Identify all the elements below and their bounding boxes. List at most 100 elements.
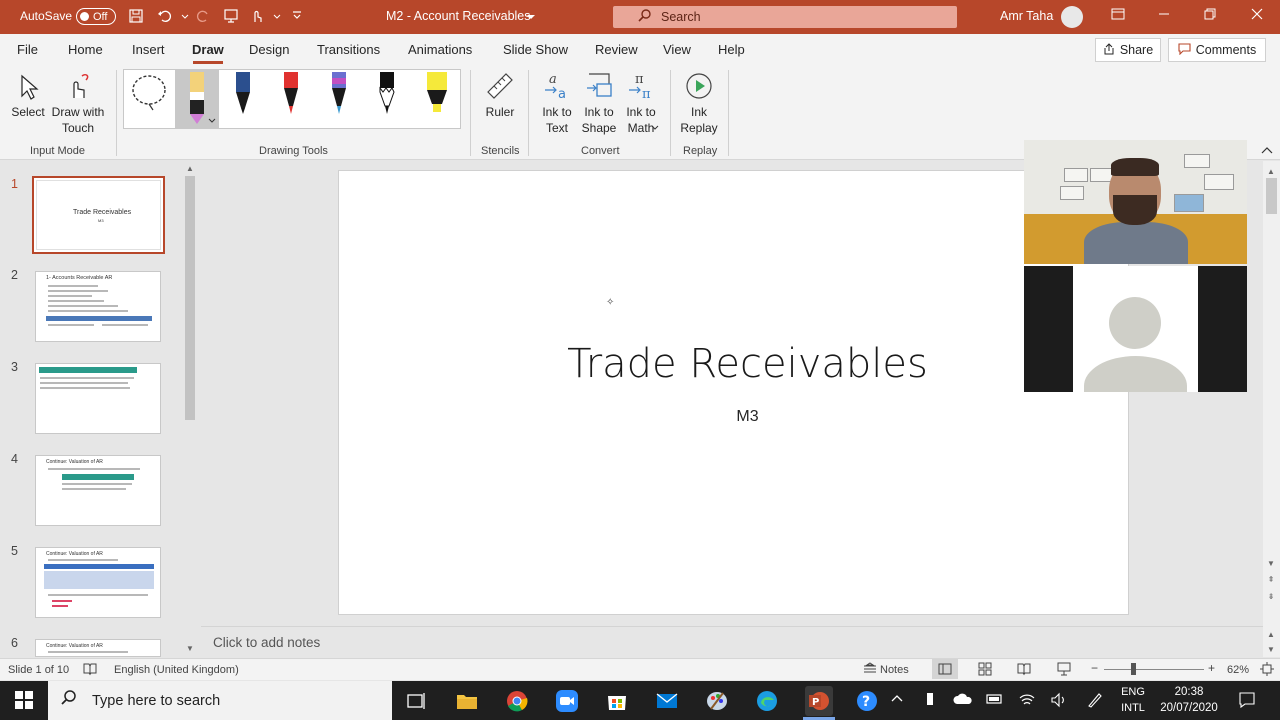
customize-qat-icon[interactable] [288, 8, 306, 26]
notes-toggle-icon[interactable] [862, 662, 878, 679]
restore-icon[interactable] [1200, 6, 1220, 28]
help-app-icon[interactable]: ? [855, 689, 879, 713]
scroll-up-arrow-icon[interactable]: ▲ [182, 164, 198, 173]
tab-help[interactable]: Help [718, 42, 745, 57]
notes-scroll-up-icon[interactable]: ▲ [1263, 630, 1279, 639]
scrollbar-thumb[interactable] [1266, 178, 1277, 214]
save-icon[interactable] [127, 8, 145, 26]
input-language-indicator[interactable]: ENG INTL [1118, 684, 1148, 716]
slide-thumbnail-4[interactable]: Continue: Valuation of AR [35, 455, 161, 526]
minimize-icon[interactable] [1154, 6, 1174, 28]
autosave-toggle[interactable]: Off [76, 8, 116, 25]
select-button[interactable]: Select [8, 70, 48, 120]
notifications-icon[interactable] [1238, 691, 1256, 712]
zoom-slider-thumb[interactable] [1131, 663, 1136, 675]
tab-file[interactable]: File [17, 42, 38, 57]
pen-workspace-icon[interactable] [1086, 692, 1104, 711]
avatar[interactable] [1061, 6, 1083, 28]
zoom-out-icon[interactable]: − [1091, 661, 1098, 675]
slide-subtitle[interactable]: M3 [339, 408, 1130, 426]
lasso-select-icon[interactable] [129, 72, 169, 116]
pen-gallery[interactable] [123, 69, 461, 129]
ink-to-shape-button[interactable]: Ink to Shape [578, 70, 620, 136]
scroll-up-arrow-icon[interactable]: ▲ [1263, 167, 1279, 176]
slide-thumbnail-5[interactable]: Continue: Valuation of AR [35, 547, 161, 618]
fit-to-window-icon[interactable] [1260, 662, 1274, 679]
chrome-icon[interactable] [505, 689, 529, 713]
tab-view[interactable]: View [663, 42, 691, 57]
slide-scrollbar[interactable]: ▲ ▼ ⇞ ⇟ ▲ ▼ [1263, 161, 1280, 657]
slide-thumbnail-6[interactable]: Continue: Valuation of AR [35, 639, 161, 657]
document-title[interactable]: M2 - Account Receivables [386, 9, 531, 23]
close-icon[interactable] [1247, 6, 1267, 28]
show-hidden-icons-chevron[interactable] [890, 692, 904, 709]
notes-button[interactable]: Notes [880, 664, 909, 676]
zoom-app-icon[interactable] [555, 689, 579, 713]
zoom-slider[interactable] [1104, 669, 1204, 670]
slide-thumbnail-2[interactable]: 1- Accounts Receivable AR [35, 271, 161, 342]
tab-review[interactable]: Review [595, 42, 638, 57]
zoom-in-icon[interactable]: + [1208, 661, 1215, 675]
undo-dropdown-icon[interactable] [176, 8, 194, 26]
tab-insert[interactable]: Insert [132, 42, 165, 57]
pencil-icon[interactable] [186, 72, 208, 124]
scrollbar-thumb[interactable] [185, 176, 195, 420]
search-box[interactable]: Search [613, 6, 957, 28]
user-name[interactable]: Amr Taha [1000, 9, 1053, 23]
thumbnails-scrollbar[interactable]: ▲ ▼ [182, 161, 198, 657]
tab-draw[interactable]: Draw [192, 42, 224, 57]
ink-replay-button[interactable]: Ink Replay [678, 70, 720, 136]
touch-mode-icon[interactable] [248, 8, 266, 26]
notes-pane[interactable]: Click to add notes [201, 626, 1263, 657]
previous-slide-icon[interactable]: ⇞ [1263, 575, 1279, 584]
slide-title[interactable]: Trade Receivables [339, 341, 1130, 387]
ink-to-math-chevron-icon[interactable] [651, 125, 659, 131]
task-view-icon[interactable] [404, 689, 428, 713]
wifi-icon[interactable] [1018, 692, 1036, 711]
mail-icon[interactable] [655, 689, 679, 713]
ink-to-text-button[interactable]: aa Ink to Text [537, 70, 577, 136]
undo-icon[interactable] [156, 8, 174, 26]
normal-view-button[interactable] [932, 659, 958, 679]
spell-check-icon[interactable] [83, 662, 97, 679]
share-button[interactable]: Share [1095, 38, 1161, 62]
scroll-down-arrow-icon[interactable]: ▼ [182, 644, 198, 653]
slide-sorter-icon[interactable] [978, 662, 992, 679]
zoom-level[interactable]: 62% [1227, 664, 1249, 676]
onedrive-icon[interactable] [953, 692, 973, 709]
pen-galaxy-icon[interactable] [328, 72, 350, 116]
tab-transitions[interactable]: Transitions [317, 42, 380, 57]
slide-show-icon[interactable] [1057, 662, 1071, 679]
collapse-ribbon-icon[interactable] [1260, 146, 1274, 156]
microsoft-store-icon[interactable] [605, 689, 629, 713]
tab-design[interactable]: Design [249, 42, 289, 57]
pen-black-icon[interactable] [232, 72, 254, 116]
notes-scroll-down-icon[interactable]: ▼ [1263, 645, 1279, 654]
pencil-options-chevron-icon[interactable] [208, 118, 216, 124]
file-explorer-icon[interactable] [455, 689, 479, 713]
slide-thumbnail-3[interactable] [35, 363, 161, 434]
ribbon-display-options-icon[interactable] [1108, 6, 1128, 28]
pen-zigzag-icon[interactable] [376, 72, 398, 116]
slide-thumbnail-1[interactable]: Trade Receivables M3 [32, 176, 165, 254]
edge-icon[interactable] [755, 689, 779, 713]
volume-icon[interactable] [1050, 692, 1068, 711]
system-clock[interactable]: 20:38 20/07/2020 [1155, 684, 1223, 716]
slide-thumbnails-pane[interactable]: 1 Trade Receivables M3 2 1- Accounts Rec… [0, 161, 200, 657]
taskbar-search-box[interactable]: Type here to search [48, 681, 392, 720]
redo-icon[interactable] [194, 8, 212, 26]
tab-animations[interactable]: Animations [408, 42, 472, 57]
battery-icon[interactable] [986, 692, 1004, 709]
reading-view-icon[interactable] [1017, 662, 1031, 679]
title-dropdown-icon[interactable] [526, 13, 536, 21]
touch-dropdown-icon[interactable] [268, 8, 286, 26]
paint-app-icon[interactable] [705, 689, 729, 713]
slide-canvas[interactable]: ✧ Trade Receivables M3 [338, 170, 1129, 615]
pen-red-icon[interactable] [280, 72, 302, 116]
draw-with-touch-button[interactable]: Draw with Touch [50, 70, 106, 136]
tab-home[interactable]: Home [68, 42, 103, 57]
highlighter-yellow-icon[interactable] [424, 72, 447, 116]
ruler-button[interactable]: Ruler [480, 70, 520, 120]
comments-button[interactable]: Comments [1168, 38, 1266, 62]
tab-slide-show[interactable]: Slide Show [503, 42, 568, 57]
